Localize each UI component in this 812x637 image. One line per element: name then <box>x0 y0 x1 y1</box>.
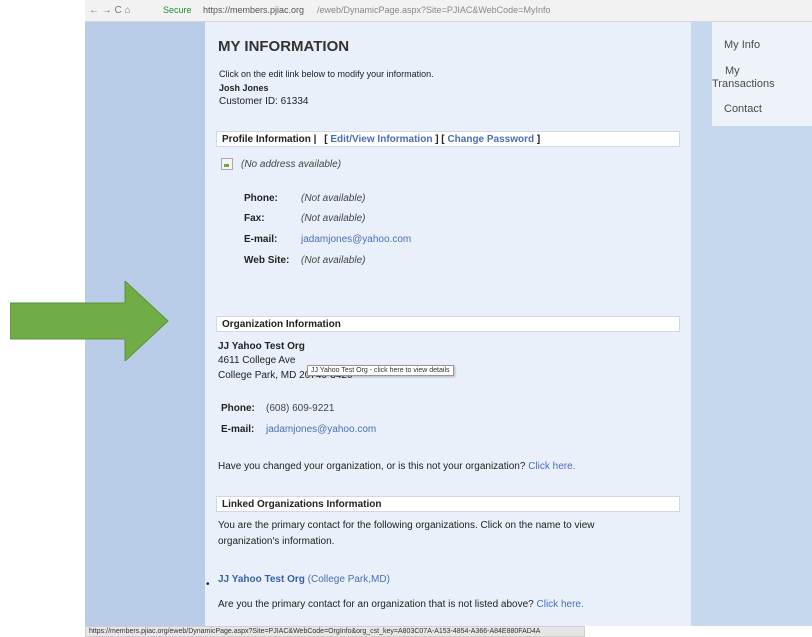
linked-desc-line2: organization's information. <box>218 536 335 547</box>
url-path[interactable]: /eweb/DynamicPage.aspx?Site=PJIAC&WebCod… <box>317 5 550 15</box>
profile-heading-label: Profile Information | <box>222 134 317 145</box>
browser-nav-buttons[interactable]: ← → C ⌂ <box>89 5 131 16</box>
linked-org-item: JJ Yahoo Test Org (College Park,MD) <box>218 574 390 585</box>
profile-fax-label: Fax: <box>244 213 265 224</box>
bracket: ] <box>536 134 541 145</box>
profile-phone-value: (Not available) <box>301 193 366 204</box>
nav-contact[interactable]: Contact <box>724 103 762 115</box>
organization-name[interactable]: JJ Yahoo Test Org <box>218 341 305 352</box>
nav-my-info[interactable]: My Info <box>724 39 760 51</box>
organization-section-header: Organization Information <box>216 316 680 332</box>
bracket: [ <box>324 134 328 145</box>
profile-fax-value: (Not available) <box>301 213 366 224</box>
intro-text: Click on the edit link below to modify y… <box>219 69 434 79</box>
organization-phone-value: (608) 609-9221 <box>266 403 335 414</box>
profile-heading: Profile Information | [ Edit/View Inform… <box>222 134 540 145</box>
organization-phone-label: Phone: <box>221 403 255 414</box>
nav-my[interactable]: My <box>725 65 740 77</box>
edit-view-link[interactable]: Edit/View Information <box>330 134 432 145</box>
organization-email-link[interactable]: jadamjones@yahoo.com <box>266 424 376 435</box>
org-changed-click-here-link[interactable]: Click here. <box>528 461 575 472</box>
organization-heading: Organization Information <box>222 319 341 330</box>
profile-web-value: (Not available) <box>301 255 366 266</box>
list-bullet: • <box>206 579 210 590</box>
linked-org-link[interactable]: JJ Yahoo Test Org <box>218 574 305 585</box>
side-nav: My Info My Transactions Contact <box>712 22 812 126</box>
organization-email-label: E-mail: <box>221 424 255 435</box>
browser-address-bar: ← → C ⌂ Secure https://members.pjiac.org… <box>85 0 812 22</box>
broken-image-icon <box>221 158 233 170</box>
org-changed-text: Have you changed your organization, or i… <box>218 461 526 472</box>
status-bar-url: https://members.pjiac.org/eweb/DynamicPa… <box>85 626 585 637</box>
profile-email-link[interactable]: jadamjones@yahoo.com <box>301 234 411 245</box>
linked-desc-line1: You are the primary contact for the foll… <box>218 520 595 531</box>
organization-address1: 4611 College Ave <box>218 355 296 366</box>
linked-question-text: Are you the primary contact for an organ… <box>218 599 534 610</box>
org-changed-line: Have you changed your organization, or i… <box>218 461 575 472</box>
page-title: MY INFORMATION <box>218 38 350 55</box>
green-arrow-icon <box>10 281 169 361</box>
url-host[interactable]: https://members.pjiac.org <box>203 5 304 15</box>
profile-email-label: E-mail: <box>244 234 278 245</box>
profile-phone-label: Phone: <box>244 193 278 204</box>
linked-heading: Linked Organizations Information <box>222 499 382 510</box>
profile-section-header: Profile Information | [ Edit/View Inform… <box>216 131 680 147</box>
bracket: ] [ <box>435 134 445 145</box>
customer-id: Customer ID: 61334 <box>219 96 309 107</box>
secure-label: Secure <box>163 5 192 15</box>
profile-web-label: Web Site: <box>244 255 290 266</box>
no-address-text: (No address available) <box>241 159 342 170</box>
linked-section-header: Linked Organizations Information <box>216 496 680 512</box>
change-password-link[interactable]: Change Password <box>447 134 534 145</box>
linked-question-line: Are you the primary contact for an organ… <box>218 599 584 610</box>
user-name: Josh Jones <box>219 83 269 93</box>
nav-transactions[interactable]: Transactions <box>712 78 775 90</box>
linked-org-location: (College Park,MD) <box>307 574 390 585</box>
linked-click-here-link[interactable]: Click here. <box>537 599 584 610</box>
organization-tooltip: JJ Yahoo Test Org - click here to view d… <box>307 365 454 376</box>
